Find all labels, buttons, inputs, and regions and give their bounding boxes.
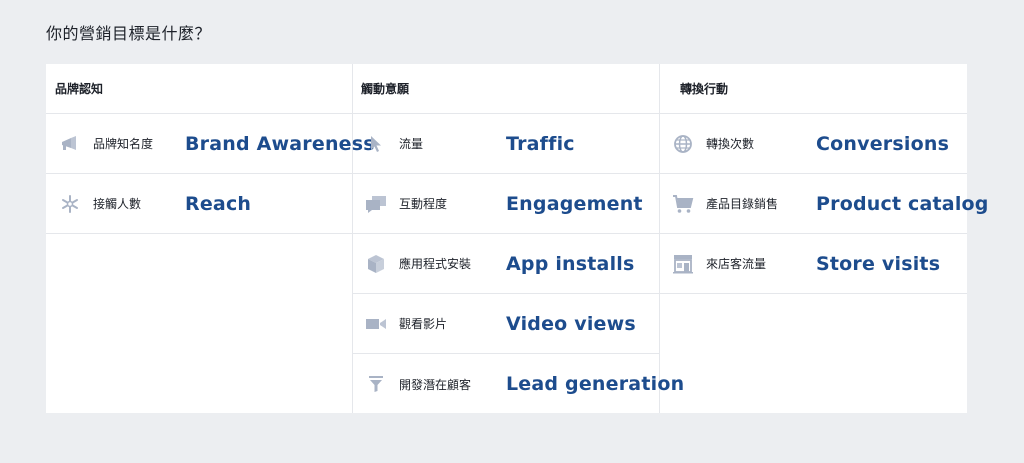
asterisk-icon (59, 193, 81, 215)
objective-en-label: Store visits (816, 252, 941, 275)
objective-product-catalog[interactable]: 產品目錄銷售 Product catalog (660, 174, 988, 234)
objective-lead-generation[interactable]: 開發潛在顧客 Lead generation (353, 354, 684, 414)
objective-en-label: Brand Awareness (185, 132, 375, 155)
megaphone-icon (59, 133, 81, 155)
column-header-awareness: 品牌認知 (46, 64, 352, 114)
objective-en-label: Lead generation (506, 373, 685, 395)
funnel-icon (365, 373, 387, 395)
globe-icon (672, 133, 694, 155)
objective-conversions[interactable]: 轉換次數 Conversions (660, 114, 967, 174)
objective-en-label: Product catalog (816, 192, 989, 215)
objective-en-label: App installs (506, 252, 635, 275)
objective-zh-label: 互動程度 (399, 197, 448, 211)
cursor-icon (365, 133, 387, 155)
objective-engagement[interactable]: 互動程度 Engagement (353, 174, 659, 234)
objective-store-visits[interactable]: 來店客流量 Store visits (660, 234, 967, 294)
objective-en-label: Engagement (506, 192, 643, 215)
column-consideration: 觸動意願 流量 Traffic 互動程度 Engagement 應用程式安裝 A… (353, 64, 684, 414)
objective-zh-label: 接觸人數 (93, 197, 142, 211)
box-icon (365, 253, 387, 275)
objective-en-label: Conversions (816, 132, 950, 155)
column-header-conversion: 轉換行動 (660, 64, 967, 114)
objective-app-installs[interactable]: 應用程式安裝 App installs (353, 234, 659, 294)
objective-brand-awareness[interactable]: 品牌知名度 Brand Awareness (46, 114, 375, 174)
objective-zh-label: 品牌知名度 (93, 137, 154, 151)
objective-zh-label: 流量 (399, 137, 424, 151)
objective-reach[interactable]: 接觸人數 Reach (46, 174, 352, 234)
column-header-consideration: 觸動意願 (353, 64, 659, 114)
objective-zh-label: 產品目錄銷售 (706, 197, 779, 211)
objective-video-views[interactable]: 觀看影片 Video views (353, 294, 659, 354)
objective-en-label: Video views (506, 312, 636, 335)
chat-bubbles-icon (365, 193, 387, 215)
objective-zh-label: 轉換次數 (706, 137, 755, 151)
video-camera-icon (365, 313, 387, 335)
objective-zh-label: 應用程式安裝 (399, 257, 472, 271)
objective-question: 你的營銷目標是什麼？ (46, 24, 212, 43)
objective-zh-label: 開發潛在顧客 (399, 377, 472, 392)
column-conversion: 轉換行動 轉換次數 Conversions 產品目錄銷售 Product cat… (660, 64, 988, 413)
objective-traffic[interactable]: 流量 Traffic (353, 114, 659, 174)
objective-zh-label: 觀看影片 (399, 317, 448, 331)
shopping-cart-icon (672, 193, 694, 215)
objective-en-label: Traffic (506, 132, 575, 155)
storefront-icon (672, 253, 694, 275)
objective-en-label: Reach (185, 192, 252, 215)
objectives-panel: 品牌認知 品牌知名度 Brand Awareness 接觸人數 Reach 觸動… (46, 64, 988, 414)
objective-zh-label: 來店客流量 (706, 257, 767, 271)
column-awareness: 品牌認知 品牌知名度 Brand Awareness 接觸人數 Reach (46, 64, 375, 413)
